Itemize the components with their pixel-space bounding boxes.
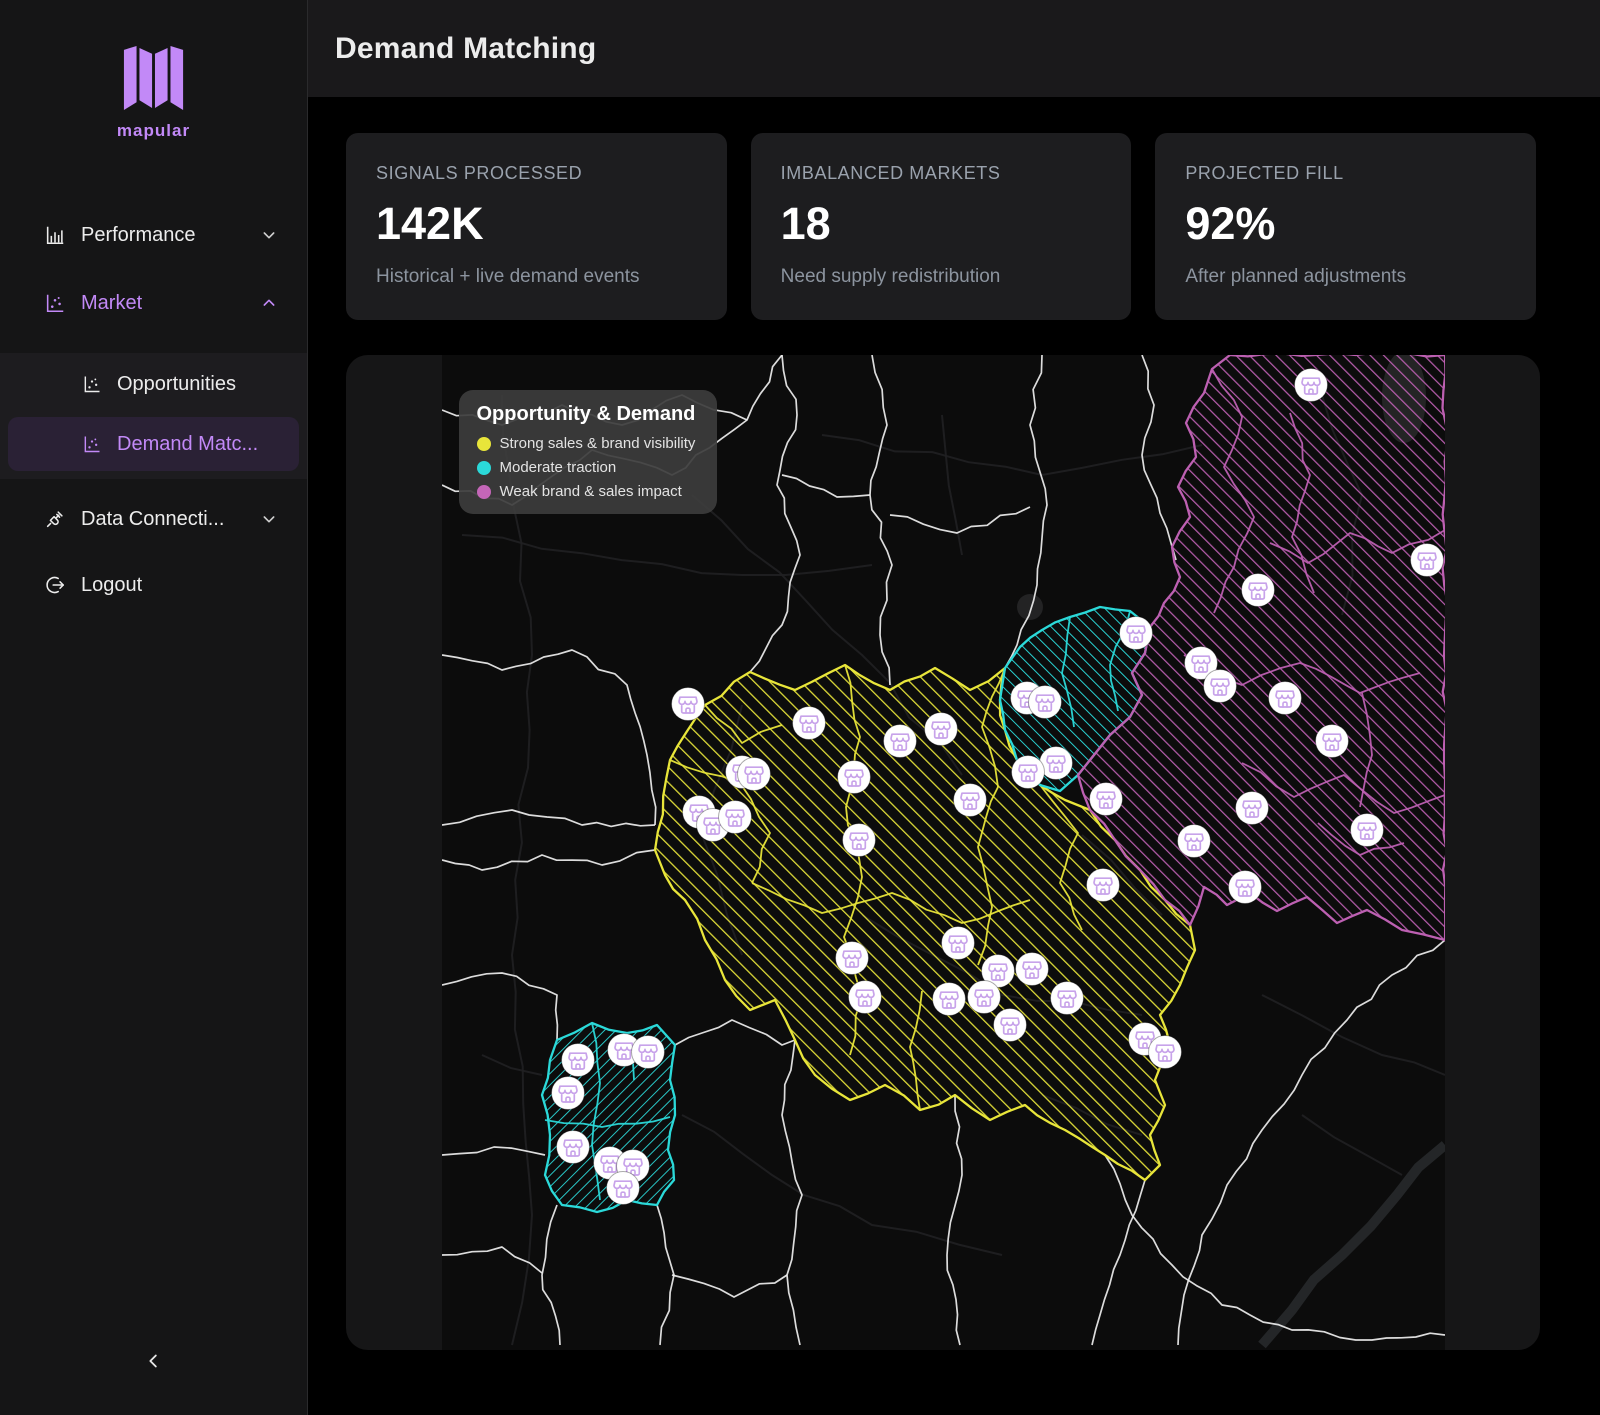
sidebar: mapular Performance Market — [0, 0, 308, 1415]
logo-text: mapular — [0, 121, 307, 141]
legend-item-weak: Weak brand & sales impact — [477, 483, 696, 500]
store-marker[interactable] — [993, 1009, 1026, 1042]
store-marker[interactable] — [932, 983, 965, 1016]
page-header: Demand Matching — [308, 0, 1600, 97]
store-marker[interactable] — [671, 688, 704, 721]
sidebar-item-logout[interactable]: Logout — [0, 561, 307, 609]
store-marker[interactable] — [561, 1044, 594, 1077]
chevron-down-icon — [261, 227, 277, 243]
store-marker[interactable] — [551, 1077, 584, 1110]
legend-dot-cyan — [477, 461, 491, 475]
sidebar-item-label: Opportunities — [117, 373, 236, 396]
store-marker[interactable] — [737, 758, 770, 791]
sidebar-collapse-button[interactable] — [140, 1347, 168, 1375]
store-marker[interactable] — [1050, 982, 1083, 1015]
stat-card-signals-processed: SIGNALS PROCESSED 142K Historical + live… — [346, 133, 727, 320]
map-legend: Opportunity & Demand Strong sales & bran… — [459, 390, 718, 514]
store-marker[interactable] — [842, 824, 875, 857]
terrain-patch — [1017, 594, 1043, 620]
store-marker[interactable] — [1228, 871, 1261, 904]
store-marker[interactable] — [837, 761, 870, 794]
store-marker[interactable] — [1241, 574, 1274, 607]
bar-chart-icon — [44, 224, 66, 246]
map-card: Opportunity & Demand Strong sales & bran… — [346, 355, 1540, 1350]
scatter-chart-icon — [44, 292, 66, 314]
sidebar-item-performance[interactable]: Performance — [0, 211, 307, 259]
store-marker[interactable] — [1011, 756, 1044, 789]
page-title: Demand Matching — [335, 32, 596, 66]
store-marker[interactable] — [556, 1131, 589, 1164]
stat-card-imbalanced-markets: IMBALANCED MARKETS 18 Need supply redist… — [751, 133, 1132, 320]
store-marker[interactable] — [1315, 725, 1348, 758]
sidebar-item-label: Data Connecti... — [81, 508, 224, 531]
stat-value: 142K — [376, 198, 697, 250]
scatter-chart-icon — [82, 434, 102, 454]
stat-label: PROJECTED FILL — [1185, 163, 1506, 184]
legend-dot-magenta — [477, 485, 491, 499]
store-marker[interactable] — [1294, 369, 1327, 402]
logo: mapular — [0, 0, 307, 141]
legend-dot-yellow — [477, 437, 491, 451]
stat-card-projected-fill: PROJECTED FILL 92% After planned adjustm… — [1155, 133, 1536, 320]
store-marker[interactable] — [1268, 682, 1301, 715]
store-marker[interactable] — [1148, 1036, 1181, 1069]
store-marker[interactable] — [631, 1036, 664, 1069]
legend-item-strong: Strong sales & brand visibility — [477, 435, 696, 452]
store-marker[interactable] — [848, 981, 881, 1014]
stat-subtitle: After planned adjustments — [1185, 266, 1506, 288]
sidebar-item-label: Demand Matc... — [117, 433, 258, 456]
legend-item-moderate: Moderate traction — [477, 459, 696, 476]
sidebar-item-demand-matching[interactable]: Demand Matc... — [8, 417, 299, 471]
stat-subtitle: Need supply redistribution — [781, 266, 1102, 288]
plug-icon — [44, 508, 66, 530]
sidebar-nav: Performance Market — [0, 211, 307, 609]
chevron-down-icon — [261, 511, 277, 527]
sidebar-item-label: Market — [81, 292, 142, 315]
sidebar-item-label: Performance — [81, 224, 196, 247]
stat-value: 92% — [1185, 198, 1506, 250]
store-marker[interactable] — [924, 713, 957, 746]
stat-label: SIGNALS PROCESSED — [376, 163, 697, 184]
logout-icon — [44, 574, 66, 596]
stat-subtitle: Historical + live demand events — [376, 266, 697, 288]
market-submenu: Opportunities Demand Matc... — [0, 353, 307, 479]
sidebar-item-label: Logout — [81, 574, 142, 597]
store-marker[interactable] — [953, 784, 986, 817]
store-marker[interactable] — [835, 942, 868, 975]
sidebar-item-market[interactable]: Market — [0, 279, 307, 327]
chevron-up-icon — [261, 295, 277, 311]
legend-title: Opportunity & Demand — [477, 403, 696, 426]
store-marker[interactable] — [1235, 792, 1268, 825]
chevron-left-icon — [143, 1350, 165, 1372]
sidebar-item-opportunities[interactable]: Opportunities — [0, 357, 307, 411]
store-marker[interactable] — [1119, 617, 1152, 650]
store-marker[interactable] — [883, 725, 916, 758]
stat-value: 18 — [781, 198, 1102, 250]
river — [1262, 1145, 1445, 1345]
store-marker[interactable] — [1086, 869, 1119, 902]
sidebar-item-data-connections[interactable]: Data Connecti... — [0, 495, 307, 543]
store-marker[interactable] — [967, 981, 1000, 1014]
scatter-chart-icon — [82, 374, 102, 394]
store-marker[interactable] — [941, 927, 974, 960]
store-marker[interactable] — [792, 707, 825, 740]
store-marker[interactable] — [1350, 814, 1383, 847]
main-content: Demand Matching SIGNALS PROCESSED 142K H… — [308, 0, 1600, 1415]
store-marker[interactable] — [606, 1172, 639, 1205]
store-marker[interactable] — [1028, 686, 1061, 719]
mapular-logo-icon — [116, 46, 192, 115]
store-marker[interactable] — [1177, 825, 1210, 858]
map[interactable]: Opportunity & Demand Strong sales & bran… — [442, 355, 1445, 1350]
store-marker[interactable] — [718, 801, 751, 834]
store-marker[interactable] — [1015, 953, 1048, 986]
stat-label: IMBALANCED MARKETS — [781, 163, 1102, 184]
store-marker[interactable] — [1203, 670, 1236, 703]
store-marker[interactable] — [1089, 783, 1122, 816]
stats-row: SIGNALS PROCESSED 142K Historical + live… — [346, 133, 1536, 320]
store-marker[interactable] — [1410, 544, 1443, 577]
